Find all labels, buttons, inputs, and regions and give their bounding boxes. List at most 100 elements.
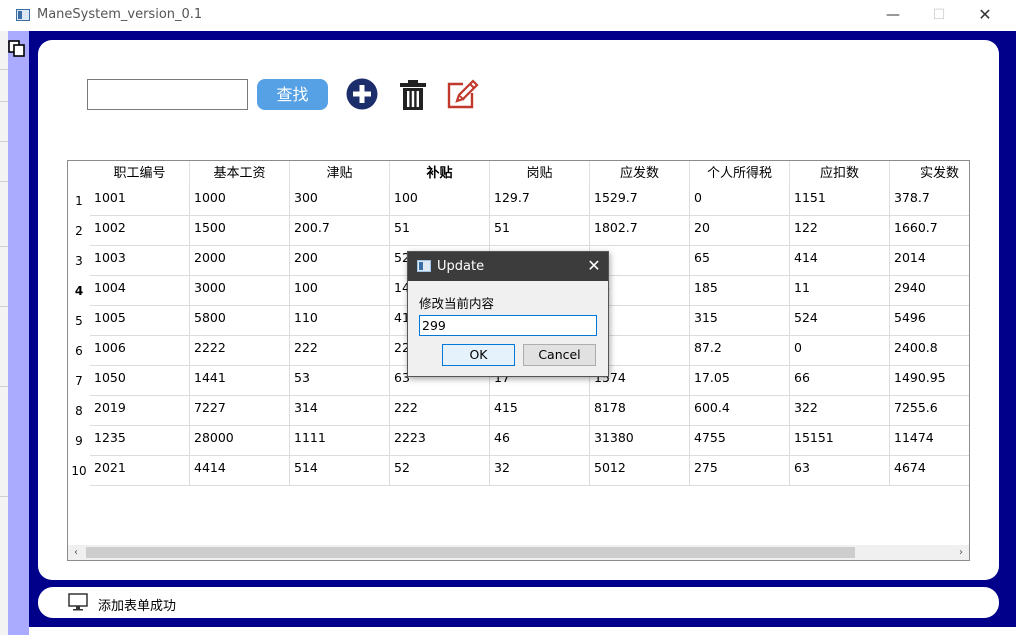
table-cell[interactable]: 122	[790, 216, 890, 246]
table-cell[interactable]: 5800	[190, 306, 290, 336]
table-cell[interactable]: 414	[790, 246, 890, 276]
table-cell[interactable]: 200.7	[290, 216, 390, 246]
search-button[interactable]: 查找	[257, 79, 328, 110]
table-cell[interactable]: 514	[290, 456, 390, 486]
table-cell[interactable]: 129.7	[490, 186, 590, 216]
table-cell[interactable]: 524	[790, 306, 890, 336]
scroll-left-arrow[interactable]: ‹	[68, 545, 84, 560]
table-cell[interactable]: 1111	[290, 426, 390, 456]
table-cell[interactable]: 1500	[190, 216, 290, 246]
table-cell[interactable]: 1002	[90, 216, 190, 246]
table-cell[interactable]: 11	[790, 276, 890, 306]
column-header[interactable]: 实发数	[890, 161, 969, 186]
table-cell[interactable]: 1001	[90, 186, 190, 216]
column-header[interactable]: 津贴	[290, 161, 390, 186]
table-cell[interactable]: 378.7	[890, 186, 969, 216]
table-cell[interactable]: 52	[390, 456, 490, 486]
scrollbar-thumb[interactable]	[86, 547, 855, 558]
table-cell[interactable]: 32	[490, 456, 590, 486]
table-cell[interactable]: 0	[690, 186, 790, 216]
table-cell[interactable]: 1151	[790, 186, 890, 216]
horizontal-scrollbar[interactable]: ‹ ›	[68, 545, 969, 560]
table-cell[interactable]: 5496	[890, 306, 969, 336]
table-cell[interactable]: 51	[390, 216, 490, 246]
table-cell[interactable]: 1006	[90, 336, 190, 366]
search-input[interactable]	[87, 79, 248, 110]
plus-circle-icon[interactable]	[345, 77, 379, 111]
table-cell[interactable]: 2400.8	[890, 336, 969, 366]
table-cell[interactable]: 2019	[90, 396, 190, 426]
dialog-close-button[interactable]: ✕	[584, 256, 604, 276]
column-header[interactable]: 岗贴	[490, 161, 590, 186]
table-cell[interactable]: 1441	[190, 366, 290, 396]
table-cell[interactable]: 100	[290, 276, 390, 306]
table-cell[interactable]: 28000	[190, 426, 290, 456]
table-cell[interactable]: 7227	[190, 396, 290, 426]
table-cell[interactable]: 100	[390, 186, 490, 216]
table-cell[interactable]: 7255.6	[890, 396, 969, 426]
table-cell[interactable]: 1490.95	[890, 366, 969, 396]
row-number[interactable]: 7	[68, 366, 90, 396]
table-cell[interactable]: 314	[290, 396, 390, 426]
column-header[interactable]: 应扣数	[790, 161, 890, 186]
table-cell[interactable]: 185	[690, 276, 790, 306]
table-cell[interactable]: 2021	[90, 456, 190, 486]
table-cell[interactable]: 4755	[690, 426, 790, 456]
column-header[interactable]: 职工编号	[90, 161, 190, 186]
table-cell[interactable]: 1005	[90, 306, 190, 336]
table-cell[interactable]: 200	[290, 246, 390, 276]
table-cell[interactable]: 2223	[390, 426, 490, 456]
edit-icon[interactable]	[445, 77, 479, 111]
row-number[interactable]: 5	[68, 306, 90, 336]
table-cell[interactable]: 17.05	[690, 366, 790, 396]
table-cell[interactable]: 3000	[190, 276, 290, 306]
row-number[interactable]: 4	[68, 276, 90, 306]
table-cell[interactable]: 11474	[890, 426, 969, 456]
column-header[interactable]: 基本工资	[190, 161, 290, 186]
table-cell[interactable]: 1529.7	[590, 186, 690, 216]
column-header[interactable]: 应发数	[590, 161, 690, 186]
table-cell[interactable]: 222	[390, 396, 490, 426]
table-cell[interactable]: 2940	[890, 276, 969, 306]
table-cell[interactable]: 53	[290, 366, 390, 396]
table-cell[interactable]: 1004	[90, 276, 190, 306]
table-cell[interactable]: 1802.7	[590, 216, 690, 246]
scroll-right-arrow[interactable]: ›	[953, 545, 969, 560]
row-number[interactable]: 10	[68, 456, 90, 486]
table-cell[interactable]: 4674	[890, 456, 969, 486]
column-header[interactable]: 补贴	[390, 161, 490, 186]
column-header[interactable]: 个人所得税	[690, 161, 790, 186]
table-cell[interactable]: 415	[490, 396, 590, 426]
table-cell[interactable]: 46	[490, 426, 590, 456]
minimize-button[interactable]: —	[870, 0, 916, 31]
table-cell[interactable]: 1660.7	[890, 216, 969, 246]
table-cell[interactable]: 66	[790, 366, 890, 396]
table-cell[interactable]: 63	[790, 456, 890, 486]
table-cell[interactable]: 2000	[190, 246, 290, 276]
table-cell[interactable]: 1003	[90, 246, 190, 276]
table-cell[interactable]: 315	[690, 306, 790, 336]
table-cell[interactable]: 8178	[590, 396, 690, 426]
row-number[interactable]: 6	[68, 336, 90, 366]
table-cell[interactable]: 110	[290, 306, 390, 336]
table-cell[interactable]: 15151	[790, 426, 890, 456]
row-number[interactable]: 2	[68, 216, 90, 246]
table-cell[interactable]: 1000	[190, 186, 290, 216]
table-cell[interactable]: 2222	[190, 336, 290, 366]
table-cell[interactable]: 20	[690, 216, 790, 246]
trash-icon[interactable]	[396, 77, 430, 111]
table-cell[interactable]: 51	[490, 216, 590, 246]
table-cell[interactable]: 300	[290, 186, 390, 216]
table-cell[interactable]: 275	[690, 456, 790, 486]
row-number[interactable]: 9	[68, 426, 90, 456]
row-number[interactable]: 8	[68, 396, 90, 426]
table-cell[interactable]: 65	[690, 246, 790, 276]
row-number[interactable]: 3	[68, 246, 90, 276]
copy-icon[interactable]	[8, 40, 26, 58]
table-cell[interactable]: 2014	[890, 246, 969, 276]
table-cell[interactable]: 222	[290, 336, 390, 366]
close-button[interactable]: ✕	[962, 0, 1008, 31]
table-cell[interactable]: 1235	[90, 426, 190, 456]
maximize-button[interactable]: ☐	[916, 0, 962, 31]
ok-button[interactable]: OK	[442, 344, 515, 366]
